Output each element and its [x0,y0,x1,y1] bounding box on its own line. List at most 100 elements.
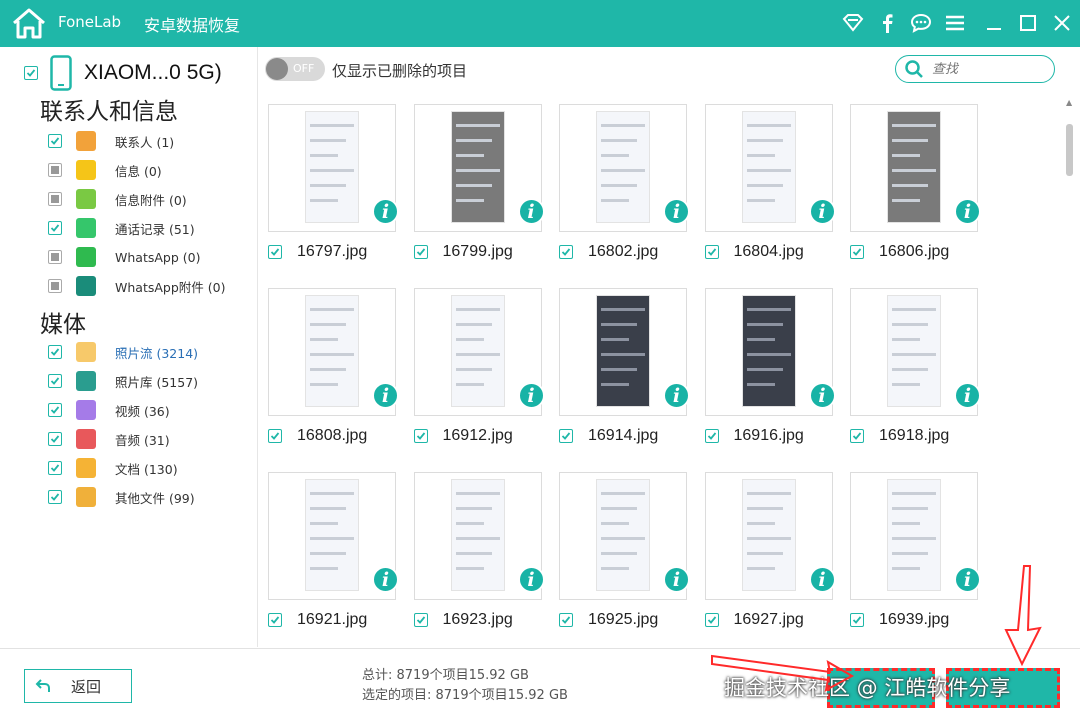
file-thumbnail[interactable]: i [268,104,399,232]
file-checkbox[interactable] [413,429,428,443]
file-checkbox[interactable] [850,429,864,443]
category-checkbox[interactable] [48,192,62,206]
info-icon[interactable]: i [517,382,545,409]
info-icon[interactable]: i [517,566,545,593]
category-item[interactable]: 其他文件 (99) [48,486,195,508]
facebook-icon[interactable] [874,10,900,36]
info-icon[interactable]: i [954,382,981,409]
file-caption: 16927.jpg [704,611,804,629]
scrollbar[interactable] [1063,95,1075,645]
whatsapp-icon [76,247,96,267]
file-checkbox[interactable] [850,245,864,259]
info-icon[interactable]: i [663,198,690,225]
category-checkbox[interactable] [48,279,62,293]
category-checkbox[interactable] [48,345,62,359]
category-checkbox[interactable] [48,221,62,235]
scroll-up-arrow-icon[interactable]: ▲ [1066,98,1072,107]
file-checkbox[interactable] [704,613,719,627]
category-checkbox[interactable] [48,432,62,446]
file-thumbnail[interactable]: i [559,288,690,416]
category-checkbox[interactable] [48,134,62,148]
file-thumbnail[interactable]: i [704,288,836,416]
chat-icon[interactable] [908,10,934,36]
file-caption: 16912.jpg [413,427,513,445]
file-checkbox[interactable] [268,613,282,627]
back-button[interactable]: 返回 [24,669,132,703]
category-checkbox[interactable] [48,163,62,177]
file-thumbnail[interactable]: i [413,288,545,416]
file-thumbnail[interactable]: i [850,472,981,600]
info-icon[interactable]: i [954,566,981,593]
category-checkbox[interactable] [48,403,62,417]
file-checkbox[interactable] [704,429,719,443]
category-item[interactable]: 信息附件 (0) [48,188,187,210]
phone-icon [76,218,96,238]
thumbnail-image [887,295,941,407]
file-thumbnail[interactable]: i [850,288,981,416]
category-checkbox[interactable] [48,374,62,388]
category-item[interactable]: 音频 (31) [48,428,170,450]
category-item[interactable]: 通话记录 (51) [48,217,195,239]
file-thumbnail[interactable]: i [704,104,836,232]
thumbnail-image [305,295,359,407]
category-item[interactable]: 信息 (0) [48,159,162,181]
category-item[interactable]: WhatsApp附件 (0) [48,275,225,297]
maximize-icon[interactable] [1014,10,1042,36]
category-checkbox[interactable] [48,250,62,264]
file-thumbnail[interactable]: i [559,472,690,600]
thumbnail-image [450,295,505,407]
file-thumbnail[interactable]: i [413,472,545,600]
category-item[interactable]: 联系人 (1) [48,130,174,152]
info-icon[interactable]: i [954,198,981,225]
category-checkbox[interactable] [48,490,62,504]
file-checkbox[interactable] [413,245,428,259]
file-thumbnail[interactable]: i [704,472,836,600]
category-item[interactable]: 文档 (130) [48,457,178,479]
deleted-only-label: 仅显示已删除的项目 [332,62,468,80]
menu-icon[interactable] [942,10,968,36]
file-checkbox[interactable] [413,613,428,627]
file-checkbox[interactable] [850,613,864,627]
window-title: 安卓数据恢复 [144,16,241,35]
watermark: 掘金技术社区 @ 江皓软件分享 [724,676,1011,700]
file-name: 16802.jpg [588,243,659,260]
file-name: 16808.jpg [297,427,368,444]
file-thumbnail[interactable]: i [268,288,399,416]
file-checkbox[interactable] [559,245,573,259]
info-icon[interactable]: i [372,382,399,409]
category-label: WhatsApp附件 (0) [115,279,226,295]
info-icon[interactable]: i [663,382,690,409]
category-checkbox[interactable] [48,461,62,475]
file-checkbox[interactable] [559,429,573,443]
file-checkbox[interactable] [559,613,573,627]
home-icon[interactable] [10,6,48,40]
scrollbar-thumb[interactable] [1066,124,1073,176]
info-icon[interactable]: i [808,566,836,593]
info-icon[interactable]: i [808,382,836,409]
device-checkbox[interactable] [24,66,38,80]
category-item[interactable]: 照片流 (3214) [48,341,198,363]
wifi-diamond-icon[interactable] [840,10,866,36]
thumbnail-image [596,295,650,407]
close-icon[interactable] [1048,10,1076,36]
file-checkbox[interactable] [704,245,719,259]
info-icon[interactable]: i [663,566,690,593]
category-item[interactable]: 视频 (36) [48,399,170,421]
search-input[interactable] [932,60,1042,78]
deleted-only-toggle[interactable]: OFF [265,57,325,81]
file-thumbnail[interactable]: i [268,472,399,600]
info-icon[interactable]: i [808,198,836,225]
info-icon[interactable]: i [372,198,399,225]
file-thumbnail[interactable]: i [413,104,545,232]
info-icon[interactable]: i [372,566,399,593]
file-thumbnail[interactable]: i [850,104,981,232]
search-box[interactable] [895,55,1055,83]
device-row[interactable]: XIAOM...0 5G) [24,53,222,93]
minimize-icon[interactable] [980,10,1008,36]
file-checkbox[interactable] [268,429,282,443]
category-item[interactable]: 照片库 (5157) [48,370,198,392]
file-checkbox[interactable] [268,245,282,259]
info-icon[interactable]: i [517,198,545,225]
category-item[interactable]: WhatsApp (0) [48,246,200,268]
file-thumbnail[interactable]: i [559,104,690,232]
